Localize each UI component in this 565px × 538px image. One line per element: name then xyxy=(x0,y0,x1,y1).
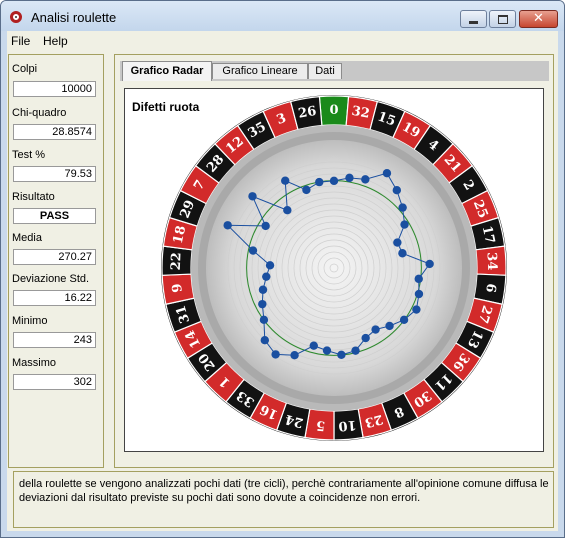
radar-data-point xyxy=(351,346,360,355)
radar-data-point xyxy=(260,335,270,345)
radar-data-point xyxy=(302,185,311,195)
radar-data-point xyxy=(223,221,232,230)
radar-data-point xyxy=(322,346,332,355)
test-percent-value: 79.53 xyxy=(13,166,96,182)
app-window: Analisi roulette ✕ File Help Colpi 10000… xyxy=(0,0,565,538)
tab-grafico-lineare[interactable]: Grafico Lineare xyxy=(212,63,308,79)
maximize-button[interactable] xyxy=(489,10,516,28)
wheel-number-label: 6 xyxy=(482,283,498,294)
radar-data-point xyxy=(290,351,299,360)
client-area: File Help Colpi 10000 Chi-quadro 28.8574… xyxy=(7,31,558,531)
radar-data-point xyxy=(258,299,267,309)
media-label: Media xyxy=(12,232,42,244)
close-button[interactable]: ✕ xyxy=(519,10,558,28)
radar-data-point xyxy=(261,221,270,231)
radar-data-point xyxy=(393,238,402,247)
test-percent-label: Test % xyxy=(12,149,46,161)
radar-data-point xyxy=(265,261,275,270)
radar-chart: Difetti ruota 0 32 15 19 4 21 2 25 17 34 6 27 13 36 11… xyxy=(124,88,544,452)
radar-data-point xyxy=(392,185,402,195)
radar-data-point xyxy=(337,350,346,360)
radar-data-point xyxy=(361,175,370,184)
chart-panel: Grafico Radar Grafico Lineare Dati Difet… xyxy=(114,54,554,468)
radar-data-point xyxy=(281,176,290,185)
menu-bar: File Help xyxy=(7,31,558,51)
deviazione-value: 16.22 xyxy=(13,290,96,306)
massimo-value: 302 xyxy=(13,374,96,390)
radar-data-point xyxy=(398,203,407,212)
wheel-number-label: 5 xyxy=(315,417,325,433)
close-icon: ✕ xyxy=(533,11,544,26)
radar-data-point xyxy=(262,272,271,281)
colpi-label: Colpi xyxy=(12,63,38,75)
radar-data-point xyxy=(398,249,407,258)
radar-data-point xyxy=(400,220,409,229)
radar-data-point xyxy=(283,206,292,215)
chi-quadro-value: 28.8574 xyxy=(13,124,96,140)
radar-data-point xyxy=(329,176,339,186)
deviazione-label: Deviazione Std. xyxy=(12,273,90,285)
radar-data-point xyxy=(315,177,324,187)
massimo-label: Massimo xyxy=(12,357,57,369)
radar-data-point xyxy=(382,169,392,178)
risultato-value: PASS xyxy=(13,208,96,224)
minimize-button[interactable] xyxy=(460,10,487,28)
radar-data-point xyxy=(412,305,421,314)
wheel-number-label: 22 xyxy=(169,252,185,271)
media-value: 270.27 xyxy=(13,249,96,265)
radar-data-point xyxy=(361,333,370,343)
title-bar[interactable]: Analisi roulette ✕ xyxy=(1,1,564,31)
radar-data-point xyxy=(345,173,354,183)
colpi-value: 10000 xyxy=(13,81,96,97)
radar-data-point xyxy=(271,350,280,359)
radar-data-point xyxy=(371,325,380,334)
radar-data-point xyxy=(248,246,258,255)
tab-grafico-radar[interactable]: Grafico Radar xyxy=(122,61,212,81)
wheel-number-label: 10 xyxy=(338,417,357,433)
wheel-number-label: 32 xyxy=(350,104,370,122)
maximize-icon xyxy=(497,14,508,24)
stats-panel: Colpi 10000 Chi-quadro 28.8574 Test % 79… xyxy=(8,54,104,468)
wheel-number-label: 26 xyxy=(297,104,317,122)
risultato-label: Risultato xyxy=(12,191,55,203)
radar-data-point xyxy=(425,259,434,269)
wheel-number-label: 9 xyxy=(170,283,186,294)
info-panel: della roulette se vengono analizzati poc… xyxy=(13,471,554,528)
roulette-app-icon xyxy=(10,11,22,23)
radar-data-point xyxy=(309,341,318,350)
radar-data-point xyxy=(414,289,424,299)
minimo-value: 243 xyxy=(13,332,96,348)
radar-svg: 0 32 1519421225173462713361130823105241633… xyxy=(161,95,507,441)
wheel-number-label: 34 xyxy=(483,252,499,271)
menu-file[interactable]: File xyxy=(11,34,30,48)
radar-data-point xyxy=(248,192,257,201)
radar-data-point xyxy=(414,274,423,284)
radar-data-point xyxy=(385,321,394,331)
minimo-label: Minimo xyxy=(12,315,48,327)
radar-data-point xyxy=(259,315,269,325)
tab-dati[interactable]: Dati xyxy=(308,63,342,79)
chi-quadro-label: Chi-quadro xyxy=(12,107,67,119)
wheel-number-label: 0 xyxy=(329,103,338,118)
minimize-icon xyxy=(469,20,478,24)
radar-data-point xyxy=(399,315,409,325)
tab-strip: Grafico Radar Grafico Lineare Dati xyxy=(120,61,549,81)
window-title: Analisi roulette xyxy=(31,10,117,25)
info-text: della roulette se vengono analizzati poc… xyxy=(19,478,549,504)
menu-help[interactable]: Help xyxy=(43,34,68,48)
radar-data-point xyxy=(258,285,268,294)
